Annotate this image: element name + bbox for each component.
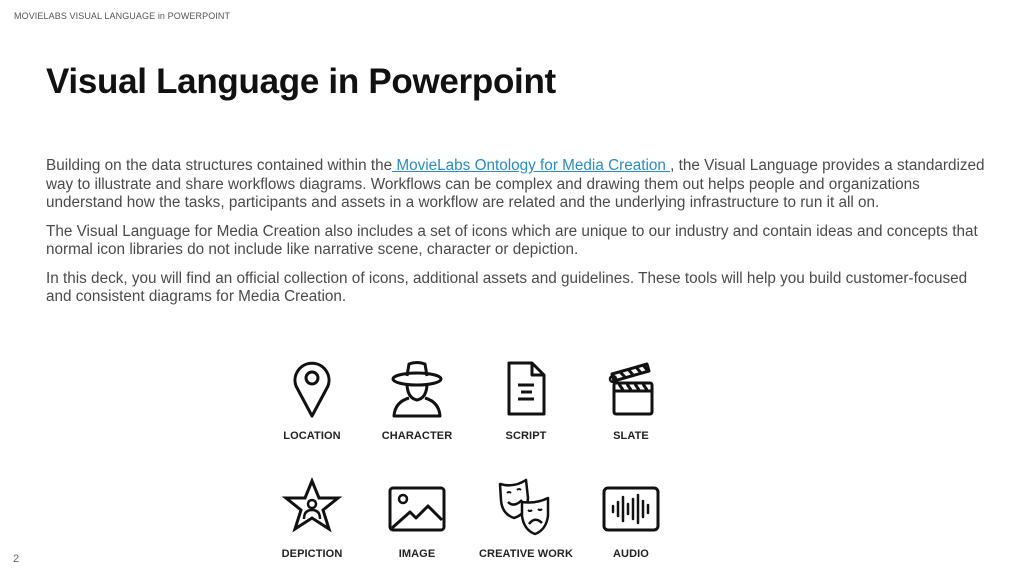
icon-label: SCRIPT [505,430,547,442]
image-icon [388,486,446,532]
location-icon [293,361,331,418]
icon-label: SLATE [613,430,649,442]
slate-icon [608,362,654,416]
paragraph-icons: The Visual Language for Media Creation a… [46,222,978,259]
page-title: Visual Language in Powerpoint [46,62,556,101]
creative-work-icon [498,478,550,536]
body-text: Building on the data structures containe… [46,157,986,317]
depiction-icon [281,477,343,533]
icon-label: CHARACTER [381,430,453,442]
icon-cell-character: CHARACTER [362,358,472,442]
intro-text-before: Building on the data structures containe… [46,157,393,174]
icon-cell-depiction: DEPICTION [257,476,367,560]
icon-label: DEPICTION [281,548,343,560]
paragraph-intro: Building on the data structures containe… [46,157,986,213]
icon-cell-creative-work: CREATIVE WORK [471,476,581,560]
icon-cell-slate: SLATE [576,358,686,442]
icon-label: LOCATION [283,430,341,442]
icon-cell-audio: AUDIO [576,476,686,560]
icon-cell-image: IMAGE [362,476,472,560]
script-icon [507,361,546,416]
icon-cell-script: SCRIPT [471,358,581,442]
icon-cell-location: LOCATION [257,358,367,442]
icon-label: CREATIVE WORK [479,548,573,560]
paragraph-deck: In this deck, you will find an official … [46,269,968,306]
icon-label: AUDIO [613,548,649,560]
ontology-link[interactable]: MovieLabs Ontology for Media Creation [392,157,670,174]
page-number: 2 [13,553,20,565]
header-label: MOVIELABS VISUAL LANGUAGE in POWERPOINT [14,11,231,21]
character-icon [391,361,443,418]
audio-icon [602,486,660,532]
icon-label: IMAGE [398,548,436,560]
